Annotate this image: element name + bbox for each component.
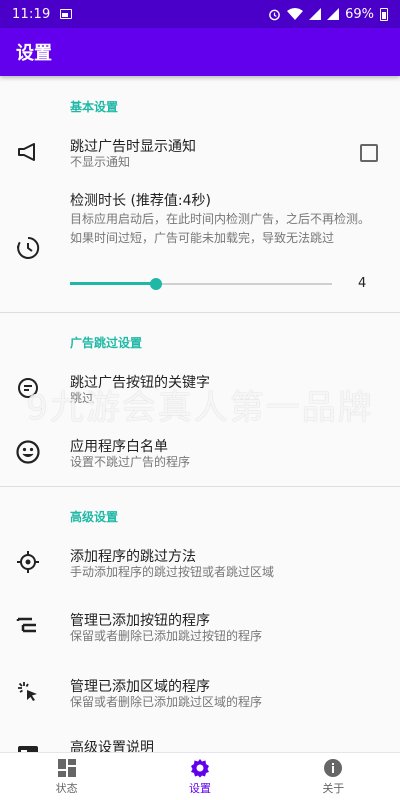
manage-areas-subtitle: 保留或者删除已添加跳过区域的程序 <box>70 695 263 709</box>
battery-percent: 69% <box>345 6 374 22</box>
megaphone-icon <box>14 138 42 166</box>
image-notification-icon <box>60 9 73 19</box>
alarm-icon <box>269 9 280 20</box>
app-bar: 设置 <box>0 28 400 76</box>
add-method-setting-row[interactable]: 添加程序的跳过方法 手动添加程序的跳过按钮或者跳过区域 <box>0 534 400 586</box>
duration-value: 4 <box>358 276 367 291</box>
add-method-subtitle: 手动添加程序的跳过按钮或者跳过区域 <box>70 565 275 579</box>
manage-buttons-subtitle: 保留或者删除已添加跳过按钮的程序 <box>70 629 263 643</box>
manage-buttons-setting-row[interactable]: 管理已添加按钮的程序 保留或者删除已添加跳过按钮的程序 <box>0 598 400 650</box>
whitelist-subtitle: 设置不跳过广告的程序 <box>70 455 191 469</box>
bottom-navigation: 状态 设置 关于 <box>0 752 400 800</box>
keyword-icon <box>14 374 42 402</box>
keywords-setting-row[interactable]: 跳过广告按钮的关键字 跳过 <box>0 360 400 412</box>
notify-subtitle: 不显示通知 <box>70 155 131 169</box>
notify-checkbox[interactable] <box>360 144 378 162</box>
signal-icon-2 <box>327 8 340 20</box>
duration-setting-row[interactable]: 检测时长 (推荐值:4秒) 目标应用启动后，在此时间内检测广告，之后不再检测。如… <box>0 186 400 306</box>
signal-icon <box>309 8 322 20</box>
advanced-help-title: 高级设置说明 <box>70 740 154 752</box>
nav-about[interactable]: 关于 <box>267 753 400 800</box>
whitelist-setting-row[interactable]: 应用程序白名单 设置不跳过广告的程序 <box>0 424 400 476</box>
duration-title: 检测时长 (推荐值:4秒) <box>70 193 211 209</box>
nav-status-label: 状态 <box>55 781 78 795</box>
smiley-icon <box>14 438 42 466</box>
status-bar: 11:19 69% <box>0 0 400 28</box>
nav-status[interactable]: 状态 <box>0 753 133 800</box>
section-adskip-title: 广告跳过设置 <box>70 336 143 350</box>
manage-areas-setting-row[interactable]: 管理已添加区域的程序 保留或者删除已添加跳过区域的程序 <box>0 664 400 716</box>
wifi-icon <box>287 8 304 20</box>
crosshair-icon <box>14 548 42 576</box>
dashboard-icon <box>57 758 77 778</box>
advanced-help-setting-row[interactable]: 高级设置说明 <box>0 728 400 752</box>
nav-settings[interactable]: 设置 <box>133 753 266 800</box>
cursor-click-icon <box>14 678 42 706</box>
status-time: 11:19 <box>12 6 51 22</box>
timer-icon <box>14 234 42 262</box>
divider <box>0 486 400 487</box>
help-card-icon <box>14 740 42 752</box>
section-basic-title: 基本设置 <box>70 100 119 114</box>
settings-list[interactable]: 基本设置 跳过广告时显示通知 不显示通知 检测时长 (推荐值:4秒) 目标应用启… <box>0 76 400 752</box>
duration-slider[interactable] <box>70 274 332 294</box>
notify-setting-row[interactable]: 跳过广告时显示通知 不显示通知 <box>0 124 400 176</box>
duration-subtitle: 目标应用启动后，在此时间内检测广告，之后不再检测。如果时间过短，广告可能未加载完… <box>70 212 371 245</box>
section-advanced-title: 高级设置 <box>70 510 119 524</box>
list-icon <box>14 612 42 640</box>
info-icon <box>323 758 343 778</box>
nav-settings-label: 设置 <box>188 781 211 795</box>
gear-icon <box>190 758 210 778</box>
slider-thumb[interactable] <box>150 278 163 290</box>
page-title: 设置 <box>16 43 52 64</box>
slider-fill <box>70 282 157 285</box>
nav-about-label: 关于 <box>322 781 345 795</box>
battery-icon <box>380 7 388 21</box>
keywords-subtitle: 跳过 <box>70 391 95 405</box>
divider <box>0 312 400 313</box>
